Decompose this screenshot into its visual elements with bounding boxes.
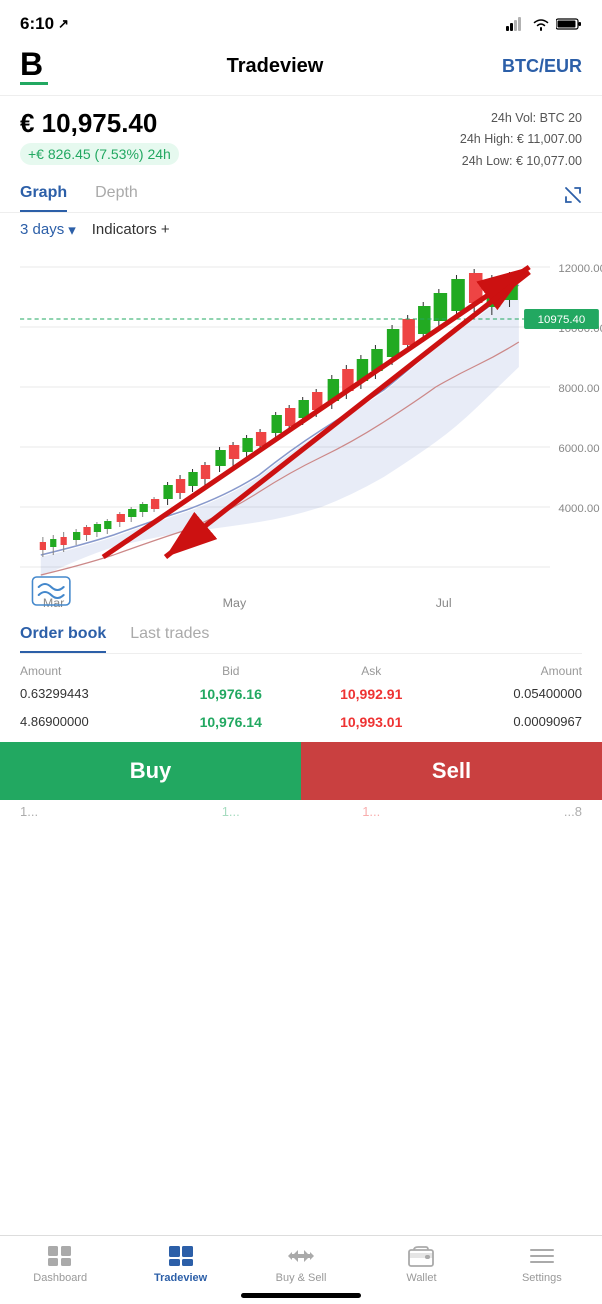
row1-amount-right: 0.05400000 <box>442 686 583 701</box>
chart-tabs: Graph Depth <box>0 178 602 213</box>
svg-text:May: May <box>223 596 247 610</box>
vol-stat: 24h Vol: BTC 20 <box>460 108 582 129</box>
svg-text:Mar: Mar <box>43 596 64 610</box>
chart-controls: 3 days ▾ Indicators + <box>0 213 602 247</box>
order-row: 0.63299443 10,976.16 10,992.91 0.0540000… <box>20 686 582 702</box>
main-price: € 10,975.40 <box>20 108 179 139</box>
location-icon: ↗ <box>58 16 69 32</box>
tab-depth[interactable]: Depth <box>95 184 138 212</box>
svg-text:6000.00: 6000.00 <box>558 443 599 455</box>
logo: B <box>20 48 48 85</box>
row2-amount-right: 0.00090967 <box>442 714 583 729</box>
chart-indicators[interactable]: Indicators + <box>92 221 170 238</box>
dashboard-icon <box>46 1244 74 1268</box>
chevron-down-icon: ▾ <box>68 221 76 239</box>
col-amount-right: Amount <box>442 664 583 678</box>
high-stat: 24h High: € 11,007.00 <box>460 129 582 150</box>
row2-bid: 10,976.14 <box>161 714 302 730</box>
nav-tradeview[interactable]: Tradeview <box>120 1244 240 1284</box>
nav-dashboard[interactable]: Dashboard <box>0 1244 120 1284</box>
order-row: 4.86900000 10,976.14 10,993.01 0.0009096… <box>20 714 582 730</box>
nav-tradeview-label: Tradeview <box>154 1272 207 1284</box>
partial-order-row: 1... 1... 1... ...8 <box>0 804 602 819</box>
buy-button[interactable]: Buy <box>0 742 301 800</box>
app-header: B Tradeview BTC/EUR <box>0 44 602 96</box>
col-bid: Bid <box>161 664 302 678</box>
status-icons <box>506 17 582 31</box>
col-ask: Ask <box>301 664 442 678</box>
price-change: +€ 826.45 (7.53%) 24h <box>20 143 179 165</box>
buysell-icon <box>287 1244 315 1268</box>
status-time: 6:10 ↗ <box>20 14 69 34</box>
header-title: Tradeview <box>227 55 324 78</box>
settings-icon <box>528 1244 556 1268</box>
sell-button[interactable]: Sell <box>301 742 602 800</box>
candlestick-chart: 12000.00 10000.00 8000.00 6000.00 4000.0… <box>20 247 602 617</box>
trading-pair[interactable]: BTC/EUR <box>502 56 582 77</box>
row1-bid: 10,976.16 <box>161 686 302 702</box>
nav-dashboard-label: Dashboard <box>33 1272 87 1284</box>
order-tabs: Order book Last trades <box>20 625 582 654</box>
action-buttons: Buy Sell <box>0 742 602 800</box>
svg-text:8000.00: 8000.00 <box>558 383 599 395</box>
col-amount-left: Amount <box>20 664 161 678</box>
wifi-icon <box>532 17 550 31</box>
tab-graph[interactable]: Graph <box>20 184 67 212</box>
signal-icon <box>506 17 526 31</box>
chart-area: 12000.00 10000.00 8000.00 6000.00 4000.0… <box>20 247 602 617</box>
order-header: Amount Bid Ask Amount <box>20 664 582 678</box>
row2-ask: 10,993.01 <box>301 714 442 730</box>
chart-period[interactable]: 3 days ▾ <box>20 221 76 239</box>
nav-settings-label: Settings <box>522 1272 562 1284</box>
expand-icon[interactable] <box>564 186 582 209</box>
price-section: € 10,975.40 +€ 826.45 (7.53%) 24h 24h Vo… <box>0 96 602 178</box>
row1-amount-left: 0.63299443 <box>20 686 161 701</box>
nav-wallet-label: Wallet <box>406 1272 436 1284</box>
row1-ask: 10,992.91 <box>301 686 442 702</box>
status-bar: 6:10 ↗ <box>0 0 602 44</box>
wallet-icon <box>407 1244 435 1268</box>
nav-buysell-label: Buy & Sell <box>276 1272 327 1284</box>
svg-text:Jul: Jul <box>436 596 452 610</box>
tradeview-icon <box>167 1244 195 1268</box>
home-indicator <box>241 1293 361 1298</box>
low-stat: 24h Low: € 10,077.00 <box>460 151 582 172</box>
svg-text:10975.40: 10975.40 <box>538 314 586 326</box>
order-book-section: Order book Last trades Amount Bid Ask Am… <box>0 625 602 730</box>
tab-order-book[interactable]: Order book <box>20 625 106 653</box>
svg-text:12000.00: 12000.00 <box>558 263 602 275</box>
logo-underline <box>20 82 48 85</box>
price-left: € 10,975.40 +€ 826.45 (7.53%) 24h <box>20 108 179 165</box>
nav-settings[interactable]: Settings <box>482 1244 602 1284</box>
row2-amount-left: 4.86900000 <box>20 714 161 729</box>
price-stats: 24h Vol: BTC 20 24h High: € 11,007.00 24… <box>460 108 582 172</box>
tab-last-trades[interactable]: Last trades <box>130 625 209 653</box>
nav-buysell[interactable]: Buy & Sell <box>241 1244 361 1284</box>
svg-text:4000.00: 4000.00 <box>558 503 599 515</box>
battery-icon <box>556 17 582 31</box>
nav-wallet[interactable]: Wallet <box>361 1244 481 1284</box>
